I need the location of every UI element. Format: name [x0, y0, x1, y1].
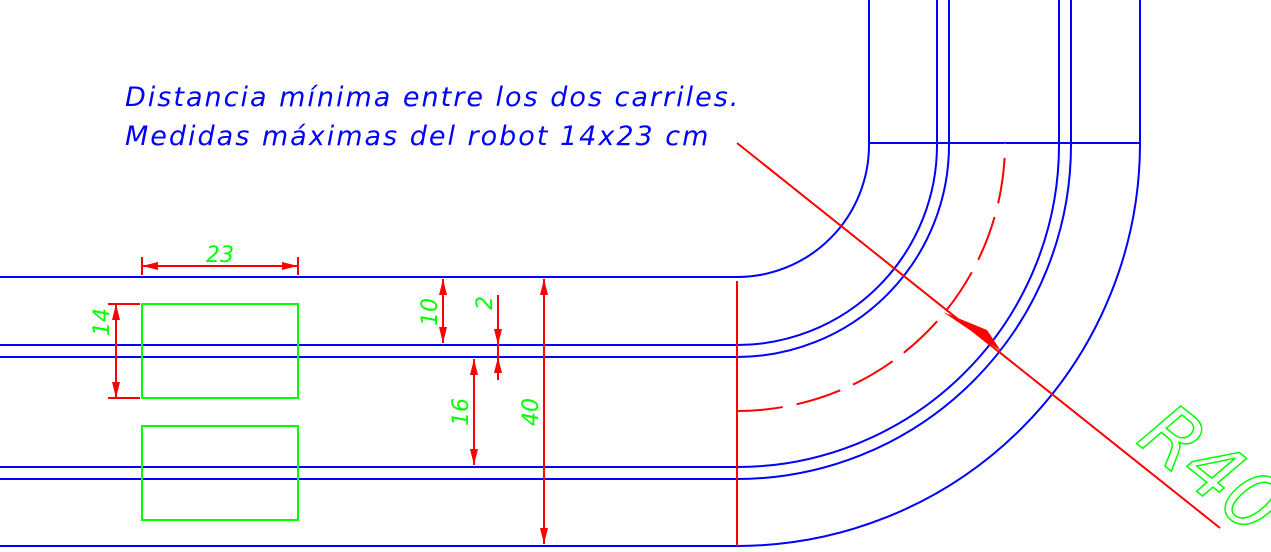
dim-16-label: 16 [449, 398, 474, 426]
dim-2-label: 2 [473, 296, 498, 310]
dim-10-label: 10 [418, 298, 443, 326]
radius-arrowhead [943, 312, 1001, 351]
track-drawing: Distancia mínima entre los dos carriles.… [0, 0, 1271, 552]
lane-1-line-a [0, 0, 938, 346]
center-dashed-arc [736, 142, 1006, 412]
radius-label: R40 [1123, 387, 1271, 552]
note-line-2: Medidas máximas del robot 14x23 cm [125, 121, 710, 152]
note-line-1: Distancia mínima entre los dos carriles. [125, 82, 740, 113]
robots [141, 303, 299, 521]
dim-40-label: 40 [519, 398, 544, 426]
dim-23-label: 23 [206, 243, 234, 268]
robot-lane-2 [141, 425, 299, 521]
robot-lane-1 [141, 303, 299, 399]
dim-14-label: 14 [90, 308, 115, 336]
lane-2-line-a [0, 0, 1060, 468]
